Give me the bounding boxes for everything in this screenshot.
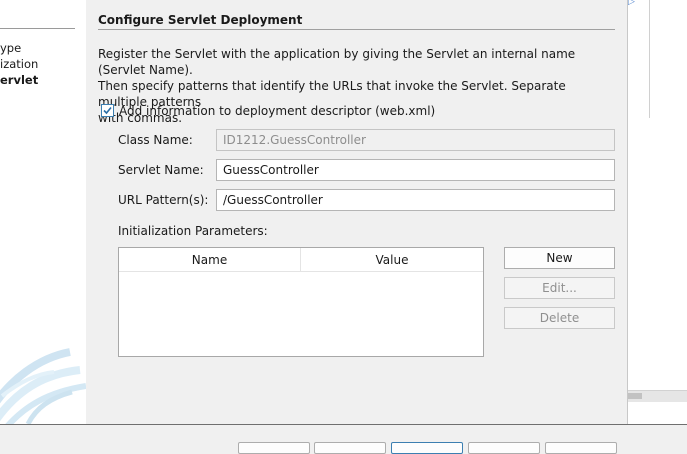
servlet-name-field[interactable]: GuessController	[216, 159, 615, 181]
product-logo-watermark	[0, 348, 86, 424]
init-params-label: Initialization Parameters:	[118, 224, 268, 238]
section-separator	[98, 29, 615, 30]
description-line: Register the Servlet with the applicatio…	[98, 47, 576, 77]
wizard-step-type[interactable]: ype	[0, 41, 21, 55]
class-name-field: ID1212.GuessController	[216, 129, 615, 151]
background-editor-area: ▷	[628, 0, 687, 446]
wizard-step-servlet[interactable]: ervlet	[0, 73, 38, 87]
servlet-deployment-page: Configure Servlet Deployment Register th…	[87, 0, 627, 424]
column-header-value[interactable]: Value	[301, 248, 483, 272]
servlet-name-label: Servlet Name:	[118, 163, 204, 177]
vertical-ruler	[649, 0, 650, 118]
deployment-descriptor-label[interactable]: Add information to deployment descriptor…	[119, 104, 435, 118]
column-header-name[interactable]: Name	[119, 248, 301, 272]
url-pattern-label: URL Pattern(s):	[118, 193, 209, 207]
checkmark-icon	[103, 106, 112, 115]
horizontal-scrollbar[interactable]	[628, 390, 687, 402]
steps-separator	[0, 28, 75, 29]
dialog-button-bar	[0, 425, 687, 454]
delete-param-button[interactable]: Delete	[504, 307, 615, 329]
dialog-button[interactable]	[238, 442, 310, 454]
expand-arrow-icon[interactable]: ▷	[628, 0, 635, 7]
class-name-label: Class Name:	[118, 133, 193, 147]
dialog-button[interactable]	[314, 442, 386, 454]
edit-param-button[interactable]: Edit...	[504, 277, 615, 299]
init-params-table[interactable]: Name Value	[118, 247, 484, 357]
wizard-steps-panel: ype ization ervlet	[0, 0, 86, 424]
deployment-descriptor-checkbox[interactable]	[101, 104, 114, 117]
section-title: Configure Servlet Deployment	[98, 13, 303, 27]
wizard-step-initialization[interactable]: ization	[0, 57, 38, 71]
new-param-button[interactable]: New	[504, 247, 615, 269]
dialog-button[interactable]	[468, 442, 540, 454]
dialog-button[interactable]	[545, 442, 617, 454]
scrollbar-thumb[interactable]	[628, 393, 642, 399]
url-pattern-field[interactable]: /GuessController	[216, 189, 615, 211]
dialog-button-primary[interactable]	[391, 442, 463, 454]
